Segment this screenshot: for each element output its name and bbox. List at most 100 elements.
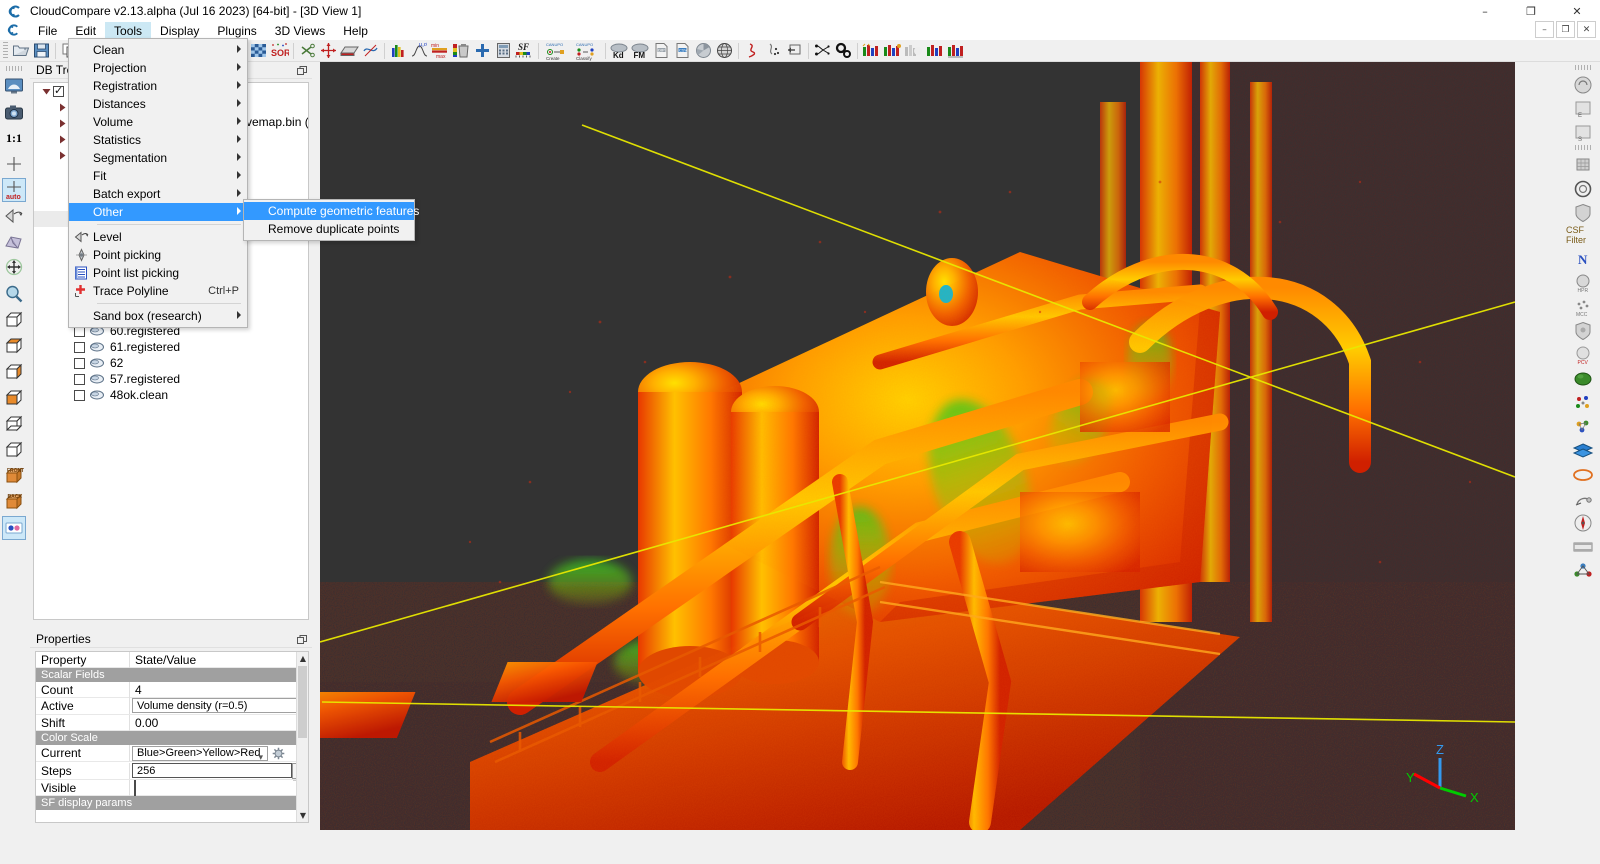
properties-float-icon[interactable] [297,634,307,644]
menu-item-registration[interactable]: Registration [69,77,247,95]
menu-item-volume[interactable]: Volume [69,113,247,131]
active-scalar-field-combo[interactable]: Volume density (r=0.5) ▾ [132,698,306,714]
3d-view-canvas[interactable]: Z X Y [320,62,1515,830]
menu-item-statistics[interactable]: Statistics [69,131,247,149]
other-submenu-popup[interactable]: Compute geometric features Remove duplic… [243,199,419,241]
minmax-icon[interactable]: min max [430,41,451,61]
scatter-icon[interactable] [763,41,784,61]
section-icon[interactable] [784,41,805,61]
gray-bars-icon[interactable] [903,41,924,61]
properties-table[interactable]: Property State/Value Scalar Fields Count… [35,651,309,823]
ellipse-icon[interactable] [1570,463,1596,486]
menu-item-point-list-picking[interactable]: Point list picking [69,264,247,282]
pcv-icon[interactable]: PCV [1570,343,1596,366]
qm3c2-icon[interactable] [1570,415,1596,438]
view-top-icon[interactable] [2,334,26,358]
gauss-filter-icon[interactable]: μ,σ [409,41,430,61]
ortho-perspective-icon[interactable] [2,230,26,254]
right-toolbar-grip[interactable] [1575,65,1591,70]
menu-item-clean[interactable]: Clean [69,41,247,59]
histogram-icon[interactable] [388,41,409,61]
sf-gradient-icon[interactable]: SF [514,41,535,61]
menu-item-batch-export[interactable]: Batch export [69,185,247,203]
menu-item-sand-box[interactable]: Sand box (research) [69,307,247,325]
fit-plane-icon[interactable] [360,41,381,61]
close-button[interactable]: ✕ [1554,0,1600,22]
menu-3d-views[interactable]: 3D Views [266,22,334,40]
open-icon[interactable] [10,41,31,61]
tree-item-checkbox[interactable] [74,389,85,401]
rgb-bars-4-icon[interactable] [945,41,966,61]
canupo-create-icon[interactable]: CANUPO Create [542,41,572,61]
mdi-minimize-button[interactable]: – [1535,21,1554,38]
move-icon[interactable] [2,256,26,280]
plugin-shield-icon[interactable] [1570,201,1596,224]
rgb-bars-3-icon[interactable] [924,41,945,61]
poisson-icon[interactable] [1570,367,1596,390]
pivot-auto-icon[interactable]: auto [2,178,26,202]
crop-box-icon[interactable] [339,41,360,61]
plugin-s-icon[interactable]: S [1570,121,1596,144]
filter-icon[interactable] [248,41,269,61]
delete-sf-icon[interactable] [451,41,472,61]
pivot-center-icon[interactable] [2,152,26,176]
camera-orbit-icon[interactable] [2,204,26,228]
animation-icon[interactable] [1570,535,1596,558]
sor-filter-icon[interactable]: SOR [269,41,290,61]
rgb-bars-2-icon[interactable] [882,41,903,61]
globe-icon[interactable] [714,41,735,61]
tree-item-checkbox[interactable] [74,357,85,369]
menu-item-remove-duplicate-points[interactable]: Remove duplicate points [244,220,414,238]
view-left-icon[interactable] [2,360,26,384]
tree-row[interactable]: 62 [34,355,308,371]
snapshot-icon[interactable] [2,100,26,124]
menu-item-trace-polyline[interactable]: Trace Polyline Ctrl+P [69,282,247,300]
kd-tree-icon[interactable]: Kd [609,41,630,61]
properties-scrollbar[interactable]: ▲ ▼ [296,652,308,822]
zoom-icon[interactable] [2,282,26,306]
scroll-down-icon[interactable]: ▼ [297,809,308,822]
rgb-bars-1-icon[interactable] [861,41,882,61]
classify-icon[interactable] [812,41,833,61]
normals-n-icon[interactable]: N [1570,247,1596,270]
cork-icon[interactable] [1570,559,1596,582]
menu-item-point-picking[interactable]: Point picking [69,246,247,264]
expander-down-icon[interactable] [40,87,53,96]
view-right-icon[interactable] [2,386,26,410]
export-dip-icon[interactable]: DIP [651,41,672,61]
menu-file[interactable]: File [29,22,66,40]
mcc-icon[interactable]: MCC [1570,295,1596,318]
tree-row[interactable]: 48ok.clean [34,387,308,403]
view-iso-icon[interactable] [2,438,26,462]
plugin-grid-icon[interactable] [1570,153,1596,176]
layers-icon[interactable] [1570,439,1596,462]
db-tree-float-icon[interactable] [297,65,307,75]
ransac-icon[interactable] [1570,391,1596,414]
tree-item-checkbox[interactable] [74,373,85,385]
hpr-icon[interactable]: HPR [1570,271,1596,294]
plugin-circle-icon[interactable] [1570,73,1596,96]
settings-gears-icon[interactable] [833,41,854,61]
mdi-close-button[interactable]: ✕ [1577,21,1596,38]
export-csv-icon[interactable]: CSV [672,41,693,61]
stereo-icon[interactable] [2,516,26,540]
shield2-icon[interactable] [1570,319,1596,342]
right-toolbar-grip-2[interactable] [1575,145,1591,150]
zoom-1-1-icon[interactable]: 1:1 [2,126,26,150]
menu-item-segmentation[interactable]: Segmentation [69,149,247,167]
color-scale-combo[interactable]: Blue>Green>Yellow>Red ▾ [132,745,268,762]
curve-icon[interactable] [742,41,763,61]
color-scale-visible-checkbox[interactable] [134,779,136,796]
menu-item-level[interactable]: Level [69,228,247,246]
minimize-button[interactable]: – [1462,0,1508,22]
add-sf-icon[interactable] [472,41,493,61]
menu-help[interactable]: Help [334,22,377,40]
cut-icon[interactable] [297,41,318,61]
fm-icon[interactable]: FM [630,41,651,61]
view-back-icon[interactable]: BACK [2,490,26,514]
toolbar-grip[interactable] [3,41,8,60]
scrollbar-thumb[interactable] [298,666,307,738]
left-toolbar-grip[interactable] [6,66,22,71]
menu-item-distances[interactable]: Distances [69,95,247,113]
color-scale-steps-input[interactable]: 256 [132,763,292,778]
